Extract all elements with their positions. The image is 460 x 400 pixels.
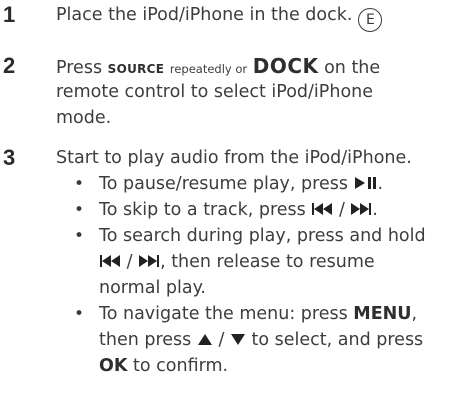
menu-button-label: MENU xyxy=(353,304,412,324)
step-text: Place the iPod/iPhone in the dock. E xyxy=(56,2,383,32)
bullet-text: To pause/resume play, press . xyxy=(99,174,384,194)
bullet-text-line: To navigate the menu: press MENU, xyxy=(99,304,418,324)
bullet-text-line: then press / to select, and press xyxy=(99,330,424,350)
bullet-icon: • xyxy=(74,174,85,194)
up-arrow-icon xyxy=(197,333,213,346)
previous-track-icon xyxy=(99,254,121,268)
next-track-icon xyxy=(138,254,160,268)
down-arrow-icon xyxy=(230,333,246,346)
callout-badge: E xyxy=(358,8,383,32)
bullet-text-line: OK to confirm. xyxy=(99,356,229,376)
step-number: 2 xyxy=(3,53,16,78)
bullet-text-line: normal play. xyxy=(99,278,206,298)
step-text-line: Press SOURCE repeatedly or DOCK on the xyxy=(56,54,381,78)
bullet-icon: • xyxy=(74,304,85,324)
bullet-text: To skip to a track, press / . xyxy=(99,200,378,220)
dock-button-label: DOCK xyxy=(252,54,319,78)
bullet-icon: • xyxy=(74,200,85,220)
ok-button-label: OK xyxy=(99,356,128,376)
bullet-text-line: / , then release to resume xyxy=(99,249,375,275)
bullet-text-line: To search during play, press and hold xyxy=(99,226,426,246)
step-text-line: Start to play audio from the iPod/iPhone… xyxy=(56,148,412,168)
step-number: 1 xyxy=(3,2,16,27)
step-number: 3 xyxy=(3,145,16,170)
play-pause-icon xyxy=(354,176,378,190)
source-button-label: SOURCE xyxy=(107,62,165,76)
previous-track-icon xyxy=(311,202,333,216)
next-track-icon xyxy=(350,202,372,216)
step-text-line: mode. xyxy=(56,108,112,128)
bullet-icon: • xyxy=(74,226,85,246)
step-text-line: remote control to select iPod/iPhone xyxy=(56,82,374,102)
